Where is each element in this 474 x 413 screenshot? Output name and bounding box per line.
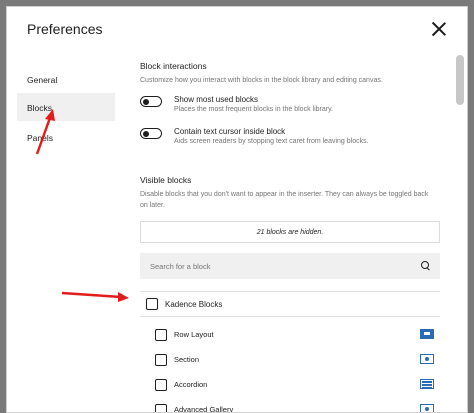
hidden-blocks-count: 21 blocks are hidden. bbox=[140, 221, 440, 243]
icon-detail bbox=[425, 407, 429, 411]
block-checkbox[interactable] bbox=[155, 354, 167, 366]
category-row-kadence: Kadence Blocks bbox=[140, 291, 440, 317]
contain-cursor-toggle[interactable] bbox=[140, 128, 162, 139]
block-checkbox[interactable] bbox=[155, 404, 167, 412]
accordion-icon bbox=[420, 379, 434, 389]
icon-detail bbox=[424, 332, 430, 335]
sidebar-nav: General Blocks Panels bbox=[7, 55, 125, 412]
icon-detail bbox=[422, 381, 432, 383]
toggle-label: Show most used blocks bbox=[174, 95, 259, 104]
search-input[interactable]: Search for a block bbox=[150, 262, 210, 271]
category-checkbox[interactable] bbox=[146, 298, 158, 310]
preferences-dialog: Preferences General Blocks Panels Block … bbox=[6, 6, 468, 413]
icon-detail bbox=[425, 357, 429, 361]
close-icon[interactable] bbox=[431, 21, 447, 37]
block-label: Advanced Gallery bbox=[174, 405, 234, 413]
blocks-panel: Block interactions Customize how you int… bbox=[140, 55, 442, 413]
visible-blocks-description: Disable blocks that you don't want to ap… bbox=[140, 191, 429, 209]
block-interactions-title: Block interactions bbox=[140, 61, 207, 71]
icon-detail bbox=[422, 387, 432, 389]
search-icon bbox=[421, 261, 430, 270]
block-checkbox[interactable] bbox=[155, 379, 167, 391]
row-layout-icon bbox=[420, 329, 434, 339]
block-label: Row Layout bbox=[174, 330, 214, 339]
sidebar-item-panels[interactable]: Panels bbox=[17, 123, 115, 151]
toggle-description: Places the most frequent blocks in the b… bbox=[174, 106, 334, 113]
visible-blocks-title: Visible blocks bbox=[140, 175, 192, 185]
list-item: Row Layout bbox=[150, 323, 440, 348]
sidebar-item-blocks[interactable]: Blocks bbox=[17, 93, 115, 121]
block-label: Section bbox=[174, 355, 200, 364]
dialog-header: Preferences bbox=[7, 7, 467, 55]
most-used-toggle[interactable] bbox=[140, 96, 162, 107]
toggle-label: Contain text cursor inside block bbox=[174, 127, 286, 136]
category-label: Kadence Blocks bbox=[165, 300, 223, 309]
gallery-icon bbox=[420, 404, 434, 412]
toggle-description: Aids screen readers by stopping text car… bbox=[174, 138, 369, 145]
section-icon bbox=[420, 354, 434, 364]
list-item: Section bbox=[150, 348, 440, 373]
toggle-knob bbox=[143, 98, 149, 105]
sidebar-item-general[interactable]: General bbox=[17, 65, 115, 93]
toggle-row-most-used: Show most used blocks Places the most fr… bbox=[140, 95, 440, 119]
list-item: Accordion bbox=[150, 373, 440, 398]
dialog-title: Preferences bbox=[27, 21, 103, 37]
toggle-row-contain-cursor: Contain text cursor inside block Aids sc… bbox=[140, 127, 440, 151]
list-item: Advanced Gallery bbox=[150, 398, 440, 413]
scrollbar-thumb[interactable] bbox=[456, 55, 464, 105]
block-checkbox[interactable] bbox=[155, 329, 167, 341]
toggle-knob bbox=[143, 130, 149, 137]
block-interactions-description: Customize how you interact with blocks i… bbox=[140, 77, 383, 84]
block-label: Accordion bbox=[174, 380, 208, 389]
icon-detail bbox=[422, 384, 432, 386]
block-search-field[interactable]: Search for a block bbox=[140, 253, 440, 279]
